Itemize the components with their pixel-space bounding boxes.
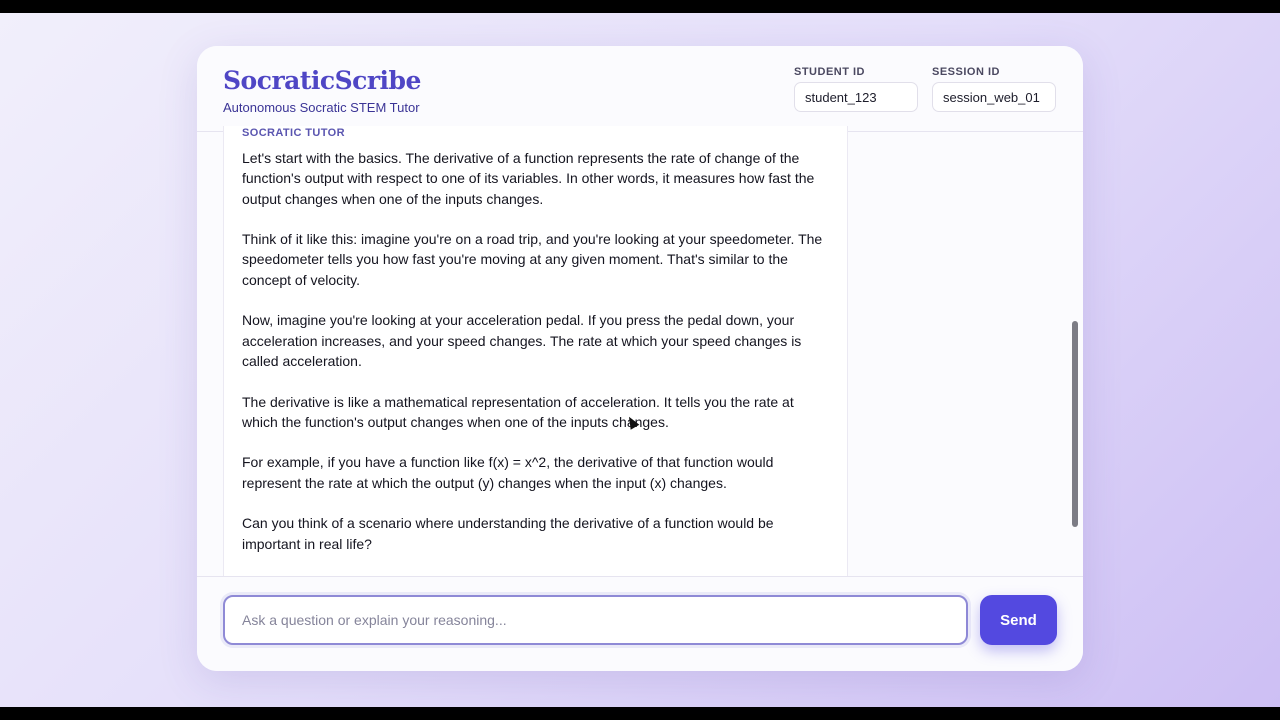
student-id-label: STUDENT ID bbox=[794, 66, 865, 78]
app-background: SocraticScribe Autonomous Socratic STEM … bbox=[0, 13, 1280, 707]
message-paragraph: Can you think of a scenario where unders… bbox=[242, 515, 774, 552]
session-id-field[interactable]: session_web_01 bbox=[932, 82, 1056, 112]
chat-transcript[interactable]: SOCRATIC TUTOR Let's start with the basi… bbox=[197, 126, 1083, 577]
message-role-label: SOCRATIC TUTOR bbox=[242, 127, 345, 139]
message-paragraph: Now, imagine you're looking at your acce… bbox=[242, 312, 802, 369]
message-body: Let's start with the basics. The derivat… bbox=[242, 148, 829, 554]
tutor-message: SOCRATIC TUTOR Let's start with the basi… bbox=[223, 126, 848, 577]
student-id-value: student_123 bbox=[805, 89, 877, 105]
message-paragraph: Let's start with the basics. The derivat… bbox=[242, 150, 815, 207]
send-button[interactable]: Send bbox=[980, 595, 1057, 645]
message-paragraph: For example, if you have a function like… bbox=[242, 454, 774, 491]
session-id-value: session_web_01 bbox=[943, 89, 1040, 105]
header: SocraticScribe Autonomous Socratic STEM … bbox=[197, 46, 1083, 132]
composer: Send bbox=[197, 576, 1083, 671]
student-id-field[interactable]: student_123 bbox=[794, 82, 918, 112]
session-id-label: SESSION ID bbox=[932, 66, 1000, 78]
student-id-group: STUDENT ID student_123 bbox=[794, 66, 918, 112]
app-subtitle: Autonomous Socratic STEM Tutor bbox=[223, 100, 420, 115]
tutor-card: SocraticScribe Autonomous Socratic STEM … bbox=[197, 46, 1083, 671]
message-input[interactable] bbox=[223, 595, 968, 645]
session-id-group: SESSION ID session_web_01 bbox=[932, 66, 1056, 112]
chat-scrollbar[interactable] bbox=[1072, 321, 1078, 527]
message-paragraph: The derivative is like a mathematical re… bbox=[242, 393, 794, 430]
app-title: SocraticScribe bbox=[223, 66, 421, 95]
message-paragraph: Think of it like this: imagine you're on… bbox=[242, 231, 823, 288]
